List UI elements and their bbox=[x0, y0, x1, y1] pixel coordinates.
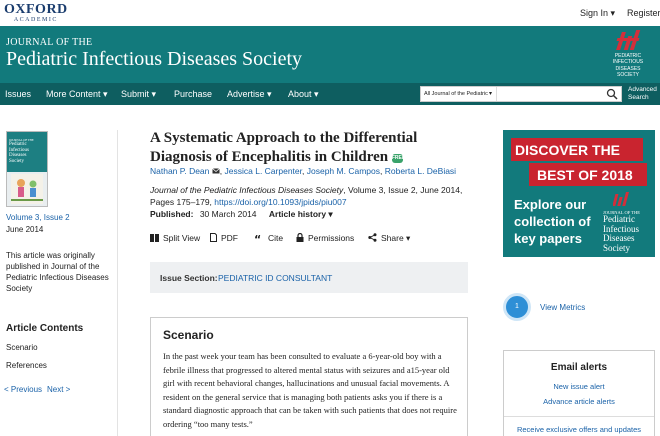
quote-icon: “ bbox=[254, 233, 261, 246]
article-title-text: A Systematic Approach to the Differentia… bbox=[150, 130, 418, 165]
nav-more-content[interactable]: More Content ▾ bbox=[46, 89, 108, 100]
scenario-text: In the past week your team has been cons… bbox=[163, 351, 457, 429]
sign-in-label: Sign In bbox=[580, 8, 609, 18]
search-icon[interactable] bbox=[606, 88, 618, 100]
society-logo-icon bbox=[613, 192, 629, 206]
ad-body: Explore our collection of key papers bbox=[514, 197, 591, 246]
oxford-academic-logo[interactable]: OXFORD ACADEMIC bbox=[4, 3, 68, 24]
share-icon bbox=[368, 233, 377, 242]
free-badge: FREE bbox=[391, 154, 406, 163]
svg-text:“: “ bbox=[254, 234, 261, 242]
published-label: Published: bbox=[150, 209, 194, 219]
metric-count: 1 bbox=[515, 303, 519, 310]
split-view-button[interactable]: Split View bbox=[150, 233, 200, 243]
issue-section-box: Issue Section: PEDIATRIC ID CONSULTANT bbox=[150, 262, 468, 293]
chevron-down-icon: ▾ bbox=[610, 8, 616, 18]
advanced-search-line2: Search bbox=[628, 94, 649, 101]
split-view-icon bbox=[150, 234, 159, 242]
journal-name[interactable]: Pediatric Infectious Diseases Society bbox=[6, 48, 302, 71]
nav-purchase[interactable]: Purchase bbox=[174, 89, 212, 99]
issue-date: June 2014 bbox=[6, 225, 44, 234]
journal-of-label: JOURNAL OF THE bbox=[6, 37, 93, 48]
discover-best-of-2018-ad[interactable]: DISCOVER THE BEST OF 2018 Explore our co… bbox=[503, 130, 655, 257]
share-button[interactable]: Share ▾ bbox=[368, 233, 410, 244]
author-1[interactable]: Nathan P. Dean bbox=[150, 166, 209, 176]
published-info: Published: 30 March 2014 Article history… bbox=[150, 209, 333, 220]
article-title: A Systematic Approach to the Differentia… bbox=[150, 129, 475, 167]
previous-article-link[interactable]: < Previous bbox=[4, 384, 42, 395]
issue-section-label: Issue Section: bbox=[160, 273, 218, 283]
next-article-link[interactable]: Next > bbox=[47, 384, 70, 395]
chevron-down-icon: ▾ bbox=[489, 91, 493, 97]
sign-in-link[interactable]: Sign In ▾ bbox=[580, 8, 615, 19]
journal-banner: JOURNAL OF THE Pediatric Infectious Dise… bbox=[0, 26, 660, 83]
permissions-label: Permissions bbox=[308, 233, 355, 243]
society-logo[interactable]: PEDIATRIC INFECTIOUS DISEASES SOCIETY bbox=[606, 30, 650, 78]
pdf-button[interactable]: PDF bbox=[210, 233, 238, 243]
cite-label: Cite bbox=[268, 233, 284, 243]
search-box: All Journal of the Pediatric ▾ bbox=[420, 86, 622, 102]
email-alerts-box: Email alerts New issue alert Advance art… bbox=[503, 350, 655, 436]
society-logo-text-1: PEDIATRIC INFECTIOUS bbox=[612, 53, 644, 65]
society-logo-icon bbox=[615, 30, 641, 52]
cover-title: JOURNAL OF THE Pediatric Infectious Dise… bbox=[9, 138, 34, 164]
ad-journal-name: JOURNAL OF THE Pediatric Infectious Dise… bbox=[603, 210, 641, 253]
advance-article-alerts-link[interactable]: Advance article alerts bbox=[504, 397, 654, 406]
article-contents-heading: Article Contents bbox=[6, 323, 84, 334]
search-scope-select[interactable]: All Journal of the Pediatric bbox=[421, 87, 497, 101]
society-logo-text-2: DISEASES SOCIETY bbox=[615, 66, 641, 78]
original-publication-note: This article was originally published in… bbox=[6, 251, 109, 293]
contents-item-scenario[interactable]: Scenario bbox=[6, 342, 38, 353]
top-bar: OXFORD ACADEMIC Sign In ▾ Register bbox=[0, 0, 660, 26]
ad-line1: DISCOVER THE bbox=[515, 142, 621, 158]
pdf-icon bbox=[210, 233, 217, 242]
contents-item-references[interactable]: References bbox=[6, 360, 47, 371]
nav-advertise[interactable]: Advertise ▾ bbox=[227, 89, 272, 100]
logo-line1: OXFORD bbox=[4, 2, 68, 17]
advanced-search-link[interactable]: Advanced Search bbox=[628, 86, 657, 102]
author-3[interactable]: Joseph M. Campos bbox=[307, 166, 380, 176]
new-issue-alert-link[interactable]: New issue alert bbox=[504, 382, 654, 391]
divider bbox=[504, 416, 654, 417]
altmetric-badge[interactable]: 1 bbox=[503, 293, 531, 321]
author-2[interactable]: Jessica L. Carpenter bbox=[225, 166, 302, 176]
permissions-button[interactable]: Permissions bbox=[296, 232, 355, 243]
pdf-label: PDF bbox=[221, 233, 238, 243]
logo-line2: ACADEMIC bbox=[13, 17, 58, 23]
register-link[interactable]: Register bbox=[627, 8, 660, 18]
view-metrics-link[interactable]: View Metrics bbox=[540, 303, 585, 312]
issue-section-link[interactable]: PEDIATRIC ID CONSULTANT bbox=[218, 273, 332, 283]
published-date: 30 March 2014 bbox=[199, 209, 257, 219]
nav-issues[interactable]: Issues bbox=[5, 89, 31, 99]
divider bbox=[117, 130, 118, 436]
share-label: Share ▾ bbox=[381, 233, 411, 243]
author-list: Nathan P. Dean , Jessica L. Carpenter, J… bbox=[150, 166, 457, 176]
search-input[interactable] bbox=[499, 87, 603, 101]
scenario-section: Scenario In the past week your team has … bbox=[150, 317, 468, 436]
exclusive-offers-link[interactable]: Receive exclusive offers and updates bbox=[504, 425, 654, 434]
split-view-label: Split View bbox=[163, 233, 201, 243]
author-4[interactable]: Roberta L. DeBiasi bbox=[385, 166, 456, 176]
citation-journal: Journal of the Pediatric Infectious Dise… bbox=[150, 185, 344, 195]
issue-cover-image[interactable]: JOURNAL OF THE Pediatric Infectious Dise… bbox=[6, 131, 48, 207]
article-history-toggle[interactable]: Article history ▾ bbox=[269, 209, 333, 219]
advanced-search-line1: Advanced bbox=[628, 86, 657, 93]
issue-link[interactable]: Volume 3, Issue 2 bbox=[6, 212, 70, 223]
envelope-icon[interactable] bbox=[212, 168, 220, 174]
cover-illustration bbox=[11, 174, 43, 204]
doi-link[interactable]: https://doi.org/10.1093/jpids/piu007 bbox=[214, 197, 346, 207]
citation: Journal of the Pediatric Infectious Dise… bbox=[150, 184, 470, 208]
scenario-heading: Scenario bbox=[163, 328, 214, 342]
nav-submit[interactable]: Submit ▾ bbox=[121, 89, 156, 100]
cite-button[interactable]: “ Cite bbox=[254, 233, 284, 246]
email-alerts-heading: Email alerts bbox=[550, 362, 608, 373]
lock-icon bbox=[296, 232, 304, 242]
nav-about[interactable]: About ▾ bbox=[288, 89, 319, 100]
ad-line2: BEST OF 2018 bbox=[537, 167, 633, 183]
